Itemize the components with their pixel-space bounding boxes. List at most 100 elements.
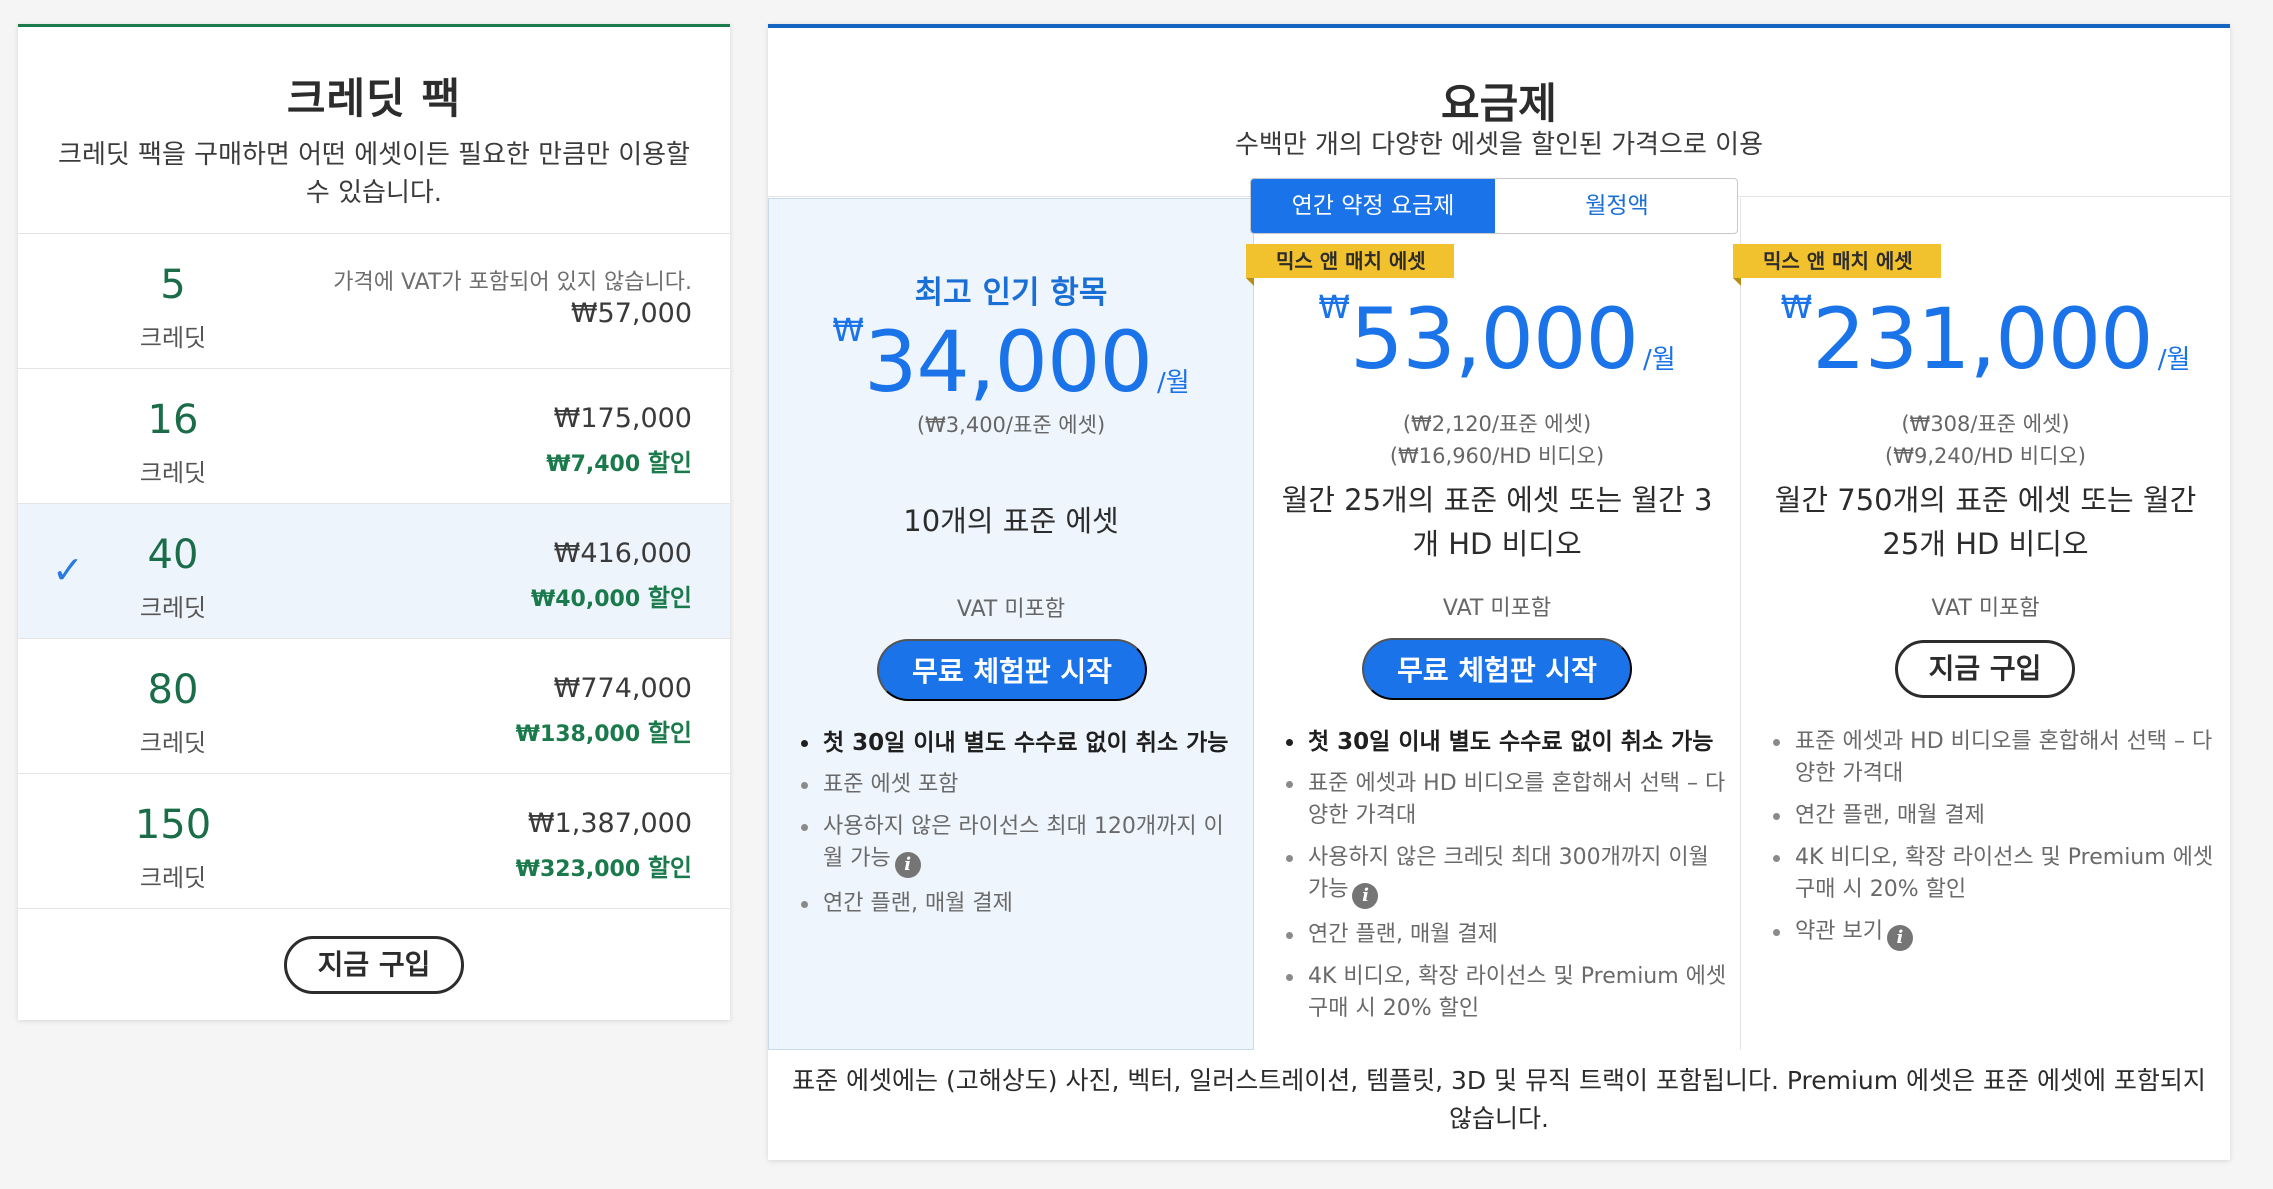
plan-description: 10개의 표준 에셋: [903, 504, 1119, 538]
plan-card-53000: 믹스 앤 매치 에셋 ₩53,000 /월 (₩2,120/표준 에셋) (₩1…: [1246, 198, 1741, 1050]
plan-features: 첫 30일 이내 별도 수수료 없이 취소 가능 표준 에셋 포함 사용하지 않…: [801, 727, 1241, 930]
credit-discount: ₩138,000 할인: [516, 713, 692, 748]
price-period: /월: [1642, 345, 1676, 375]
terms-link[interactable]: 약관 보기: [1795, 919, 1883, 944]
feature-item: 4K 비디오, 확장 라이선스 및 Premium 에셋 구매 시 20% 할인: [1286, 961, 1728, 1025]
check-icon: ✓: [52, 548, 84, 592]
feature-item: 연간 플랜, 매월 결제: [1773, 800, 2218, 832]
discount-label: 할인: [647, 584, 692, 612]
credit-pack-panel: 크레딧 팩 크레딧 팩을 구매하면 어떤 에셋이든 필요한 만큼만 이용할 수 …: [18, 24, 730, 1020]
feature-item: 연간 플랜, 매월 결제: [1286, 919, 1728, 951]
plan-features: 표준 에셋과 HD 비디오를 혼합해서 선택 – 다양한 가격대 연간 플랜, …: [1773, 726, 2218, 961]
discount-amount: ₩138,000: [515, 722, 641, 747]
credit-price: ₩1,387,000: [527, 808, 692, 839]
info-icon[interactable]: i: [1886, 925, 1913, 951]
credit-discount: ₩323,000 할인: [516, 848, 692, 883]
credit-amount: 40: [147, 532, 199, 578]
price-amount: 231,000: [1812, 290, 2153, 388]
plan-card-34000: 최고 인기 항목 ₩34,000 /월 (₩3,400/표준 에셋) 10개의 …: [768, 198, 1254, 1050]
discount-label: 할인: [647, 854, 692, 882]
start-free-trial-button[interactable]: 무료 체험판 시작: [1362, 638, 1632, 700]
info-icon[interactable]: i: [1352, 883, 1379, 909]
plans-title: 요금제: [1441, 79, 1557, 128]
credit-amount: 16: [147, 397, 199, 443]
credit-pack-footer: 지금 구입: [18, 909, 730, 1021]
feature-item: 연간 플랜, 매월 결제: [801, 888, 1241, 920]
vat-note: 가격에 VAT가 포함되어 있지 않습니다.: [333, 270, 692, 295]
plan-card-231000: 믹스 앤 매치 에셋 ₩231,000 /월 (₩308/표준 에셋) (₩9,…: [1733, 198, 2230, 1050]
info-icon[interactable]: i: [894, 852, 921, 878]
plan-description: 월간 25개의 표준 에셋 또는 월간 3개 HD 비디오: [1281, 483, 1713, 561]
price-amount: 34,000: [863, 313, 1153, 411]
feature-text: 사용하지 않은 라이선스 최대 120개까지 이월 가능: [823, 814, 1224, 871]
popular-label: 최고 인기 항목: [914, 275, 1108, 311]
feature-item: 사용하지 않은 크레딧 최대 300개까지 이월 가능 i: [1286, 842, 1728, 909]
credit-pack-title: 크레딧 팩: [286, 74, 462, 123]
tab-annual-plan[interactable]: 연간 약정 요금제: [1251, 179, 1495, 233]
credit-option-40[interactable]: ✓ 40 크레딧 ₩416,000 ₩40,000 할인: [18, 504, 730, 639]
mix-match-badge: 믹스 앤 매치 에셋: [1246, 244, 1454, 286]
discount-amount: ₩40,000: [530, 587, 641, 612]
feature-item: 사용하지 않은 라이선스 최대 120개까지 이월 가능 i: [801, 811, 1241, 878]
credit-price: ₩57,000: [570, 298, 692, 329]
credit-unit-label: 크레딧: [139, 729, 207, 757]
credit-amount: 80: [147, 667, 199, 713]
per-unit-price: (₩2,120/표준 에셋): [1402, 412, 1592, 436]
start-free-trial-button[interactable]: 무료 체험판 시작: [877, 639, 1147, 701]
currency-symbol: ₩: [832, 311, 864, 349]
feature-item: 첫 30일 이내 별도 수수료 없이 취소 가능: [1286, 726, 1728, 758]
plan-features: 첫 30일 이내 별도 수수료 없이 취소 가능 표준 에셋과 HD 비디오를 …: [1286, 726, 1728, 1035]
plan-buy-now-button[interactable]: 지금 구입: [1895, 640, 2075, 698]
credit-option-16[interactable]: 16 크레딧 ₩175,000 ₩7,400 할인: [18, 369, 730, 504]
credit-option-5[interactable]: 5 크레딧 가격에 VAT가 포함되어 있지 않습니다. ₩57,000: [18, 234, 730, 369]
plan-price: ₩53,000 /월: [1254, 288, 1740, 388]
feature-item[interactable]: 약관 보기 i: [1773, 916, 2218, 951]
feature-item: 표준 에셋 포함: [801, 769, 1241, 801]
plan-price: ₩34,000 /월: [769, 311, 1253, 411]
credit-unit-label: 크레딧: [139, 594, 207, 622]
vat-note: VAT 미포함: [1442, 596, 1552, 621]
credit-unit-label: 크레딧: [139, 459, 207, 487]
vat-note: VAT 미포함: [956, 597, 1066, 622]
credit-unit-label: 크레딧: [139, 324, 207, 352]
credit-discount: ₩7,400 할인: [546, 443, 692, 478]
credit-unit-label: 크레딧: [139, 864, 207, 892]
feature-item: 첫 30일 이내 별도 수수료 없이 취소 가능: [801, 727, 1241, 759]
credit-price: ₩774,000: [553, 673, 692, 704]
plans-panel: 요금제 수백만 개의 다양한 에셋을 할인된 가격으로 이용 최고 인기 항목 …: [768, 24, 2230, 1160]
discount-label: 할인: [647, 719, 692, 747]
price-period: /월: [2157, 345, 2191, 375]
credit-option-150[interactable]: 150 크레딧 ₩1,387,000 ₩323,000 할인: [18, 774, 730, 909]
credit-amount: 5: [160, 262, 186, 308]
feature-item: 표준 에셋과 HD 비디오를 혼합해서 선택 – 다양한 가격대: [1286, 768, 1728, 832]
plan-description: 월간 750개의 표준 에셋 또는 월간 25개 HD 비디오: [1774, 483, 2197, 561]
mix-match-badge: 믹스 앤 매치 에셋: [1733, 244, 1941, 286]
price-amount: 53,000: [1349, 290, 1639, 388]
credit-option-80[interactable]: 80 크레딧 ₩774,000 ₩138,000 할인: [18, 639, 730, 774]
credit-price: ₩416,000: [553, 538, 692, 569]
per-unit-price: (₩16,960/HD 비디오): [1389, 444, 1605, 468]
plans-subtitle: 수백만 개의 다양한 에셋을 할인된 가격으로 이용: [1235, 130, 1763, 160]
feature-item: 4K 비디오, 확장 라이선스 및 Premium 에셋 구매 시 20% 할인: [1773, 842, 2218, 906]
plan-price: ₩231,000 /월: [1741, 288, 2230, 388]
plans-footnote: 표준 에셋에는 (고해상도) 사진, 벡터, 일러스트레이션, 템플릿, 3D …: [792, 1066, 2206, 1133]
per-unit-price: (₩308/표준 에셋): [1901, 412, 2070, 436]
currency-symbol: ₩: [1318, 288, 1350, 326]
credit-price: ₩175,000: [553, 403, 692, 434]
per-unit-price: (₩3,400/표준 에셋): [916, 413, 1106, 437]
feature-item: 표준 에셋과 HD 비디오를 혼합해서 선택 – 다양한 가격대: [1773, 726, 2218, 790]
currency-symbol: ₩: [1780, 288, 1813, 326]
credit-pack-header: 크레딧 팩 크레딧 팩을 구매하면 어떤 에셋이든 필요한 만큼만 이용할 수 …: [18, 27, 730, 234]
per-unit-price: (₩9,240/HD 비디오): [1885, 444, 2086, 468]
vat-note: VAT 미포함: [1931, 596, 2040, 621]
credit-buy-now-button[interactable]: 지금 구입: [284, 936, 464, 994]
tab-monthly-plan[interactable]: 월정액: [1495, 179, 1737, 233]
discount-amount: ₩323,000: [515, 857, 641, 882]
discount-label: 할인: [647, 449, 692, 477]
credit-amount: 150: [134, 802, 212, 848]
credit-pack-subtitle: 크레딧 팩을 구매하면 어떤 에셋이든 필요한 만큼만 이용할 수 있습니다.: [58, 140, 690, 208]
discount-amount: ₩7,400: [546, 452, 641, 477]
price-period: /월: [1156, 368, 1190, 398]
billing-toggle: 연간 약정 요금제 월정액: [1250, 178, 1738, 234]
credit-discount: ₩40,000 할인: [531, 578, 692, 613]
